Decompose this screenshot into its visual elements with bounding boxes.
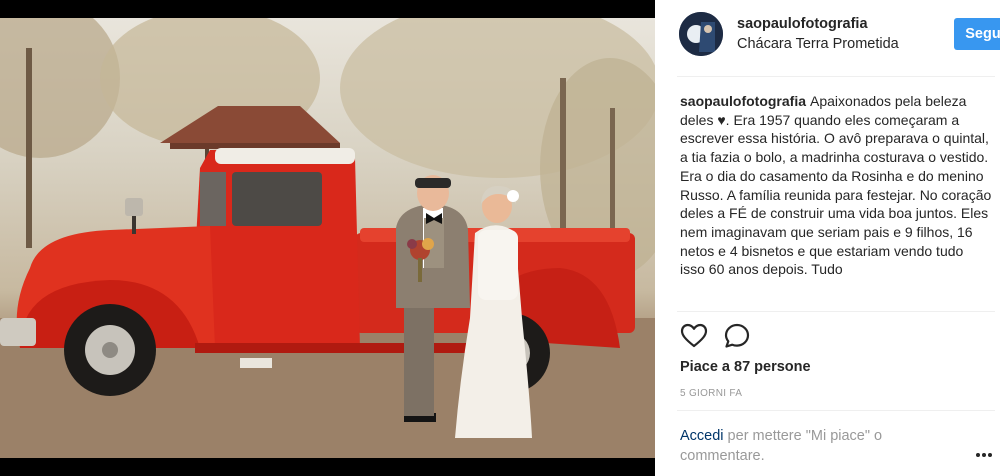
post-sidebar: saopaulofotografia Chácara Terra Prometi… bbox=[655, 0, 1000, 476]
post-timestamp[interactable]: 5 GIORNI FA bbox=[680, 388, 742, 399]
login-prompt: Accedi per mettere "Mi piace" o commenta… bbox=[680, 426, 950, 466]
login-link[interactable]: Accedi bbox=[680, 428, 724, 444]
avatar[interactable] bbox=[679, 12, 723, 56]
likes-count[interactable]: Piace a 87 persone bbox=[680, 359, 811, 375]
caption-text: Apaixonados pela beleza deles ♥. Era 195… bbox=[680, 93, 992, 278]
follow-button[interactable]: Segui bbox=[954, 18, 1000, 50]
avatar-image bbox=[679, 12, 723, 56]
post-caption: saopaulofotografia Apaixonados pela belez… bbox=[680, 92, 992, 279]
heart-icon[interactable] bbox=[680, 322, 708, 350]
more-options-icon[interactable] bbox=[974, 446, 994, 462]
caption-username[interactable]: saopaulofotografia bbox=[680, 93, 806, 109]
caption-divider bbox=[677, 311, 995, 312]
photo-viewer bbox=[0, 0, 655, 476]
footer-divider bbox=[677, 410, 995, 411]
comment-icon[interactable] bbox=[723, 322, 751, 350]
post-photo[interactable] bbox=[0, 18, 655, 458]
post-photo-illustration bbox=[0, 18, 655, 458]
post-header: saopaulofotografia Chácara Terra Prometi… bbox=[677, 10, 1000, 62]
post-location[interactable]: Chácara Terra Prometida bbox=[737, 36, 899, 52]
post-author-username[interactable]: saopaulofotografia bbox=[737, 16, 868, 32]
header-divider bbox=[677, 76, 995, 77]
